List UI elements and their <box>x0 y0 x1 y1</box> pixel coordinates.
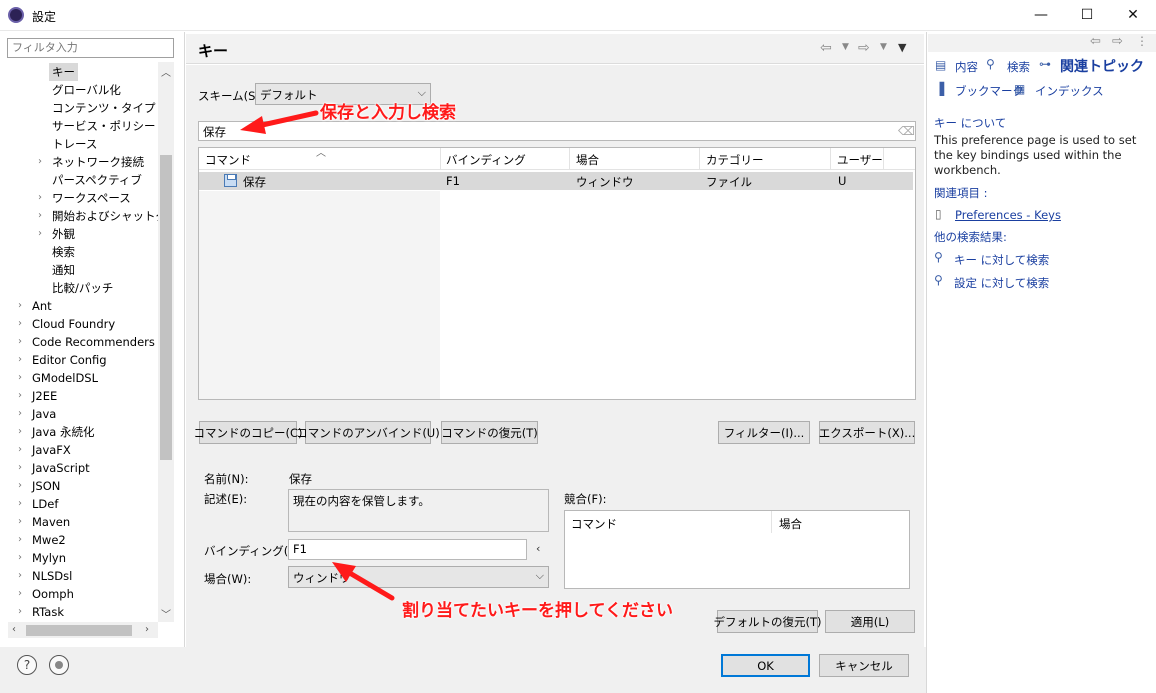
binding-hint-annotation: 割り当てたいキーを押してください <box>402 601 673 621</box>
search-hint-annotation: 保存と入力し検索 <box>320 103 456 123</box>
annotation-arrows <box>240 110 395 601</box>
